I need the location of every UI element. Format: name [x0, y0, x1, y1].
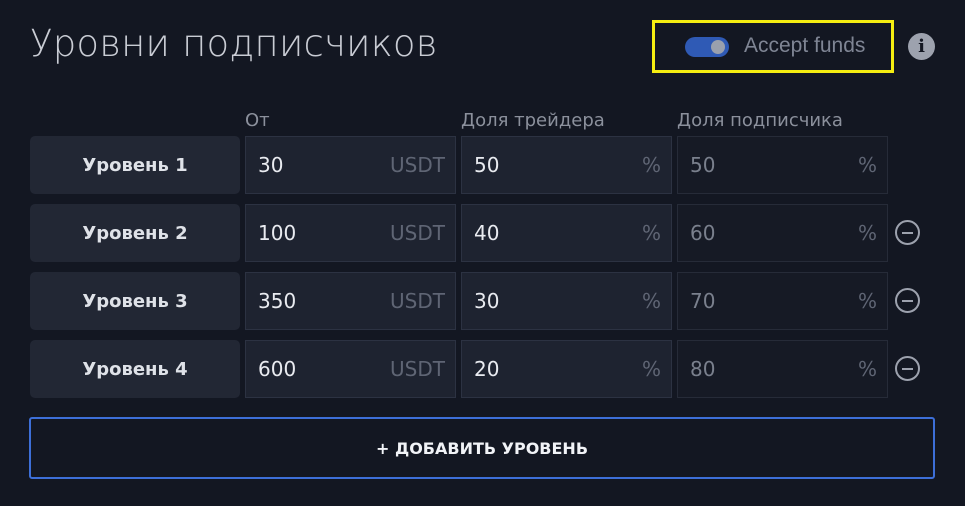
level-row: Уровень 4 600 USDT 20 % 80 % [30, 340, 930, 400]
subscriber-share-field: 80 % [677, 340, 888, 398]
trader-share-value: 40 [474, 221, 500, 245]
percent-unit: % [857, 289, 877, 313]
level-row: Уровень 1 30 USDT 50 % 50 % [30, 136, 930, 196]
level-label: Уровень 4 [30, 340, 240, 398]
trader-share-value: 50 [474, 153, 500, 177]
usdt-unit: USDT [390, 289, 445, 313]
subscriber-share-value: 80 [690, 357, 716, 381]
trader-share-input[interactable]: 40 % [461, 204, 672, 262]
column-header-subscriber-share: Доля подписчика [677, 110, 843, 131]
accept-funds-highlight: Accept funds [652, 20, 894, 73]
trader-share-input[interactable]: 50 % [461, 136, 672, 194]
remove-level-icon[interactable] [895, 220, 920, 245]
usdt-unit: USDT [390, 357, 445, 381]
toggle-knob [711, 40, 725, 54]
percent-unit: % [857, 221, 877, 245]
usdt-unit: USDT [390, 153, 445, 177]
subscriber-share-value: 50 [690, 153, 716, 177]
percent-unit: % [641, 221, 661, 245]
accept-funds-label: Accept funds [744, 34, 866, 57]
trader-share-value: 20 [474, 357, 500, 381]
from-amount-input[interactable]: 600 USDT [245, 340, 456, 398]
column-header-from: От [245, 110, 270, 131]
level-label: Уровень 2 [30, 204, 240, 262]
page-title: Уровни подписчиков [30, 22, 438, 65]
trader-share-value: 30 [474, 289, 500, 313]
subscriber-share-field: 70 % [677, 272, 888, 330]
from-amount-value: 600 [258, 357, 297, 381]
percent-unit: % [641, 289, 661, 313]
level-row: Уровень 3 350 USDT 30 % 70 % [30, 272, 930, 332]
subscriber-share-field: 50 % [677, 136, 888, 194]
trader-share-input[interactable]: 20 % [461, 340, 672, 398]
from-amount-value: 100 [258, 221, 297, 245]
trader-share-input[interactable]: 30 % [461, 272, 672, 330]
level-label: Уровень 3 [30, 272, 240, 330]
percent-unit: % [857, 357, 877, 381]
usdt-unit: USDT [390, 221, 445, 245]
info-icon[interactable]: i [908, 33, 935, 60]
from-amount-input[interactable]: 350 USDT [245, 272, 456, 330]
from-amount-input[interactable]: 30 USDT [245, 136, 456, 194]
accept-funds-toggle[interactable] [685, 37, 729, 57]
percent-unit: % [857, 153, 877, 177]
from-amount-value: 30 [258, 153, 284, 177]
percent-unit: % [641, 357, 661, 381]
add-level-button[interactable]: + ДОБАВИТЬ УРОВЕНЬ [29, 417, 935, 479]
from-amount-input[interactable]: 100 USDT [245, 204, 456, 262]
level-label: Уровень 1 [30, 136, 240, 194]
remove-level-icon[interactable] [895, 356, 920, 381]
remove-level-icon[interactable] [895, 288, 920, 313]
level-row: Уровень 2 100 USDT 40 % 60 % [30, 204, 930, 264]
subscriber-share-value: 70 [690, 289, 716, 313]
subscriber-share-field: 60 % [677, 204, 888, 262]
subscriber-share-value: 60 [690, 221, 716, 245]
percent-unit: % [641, 153, 661, 177]
column-header-trader-share: Доля трейдера [461, 110, 605, 131]
from-amount-value: 350 [258, 289, 297, 313]
